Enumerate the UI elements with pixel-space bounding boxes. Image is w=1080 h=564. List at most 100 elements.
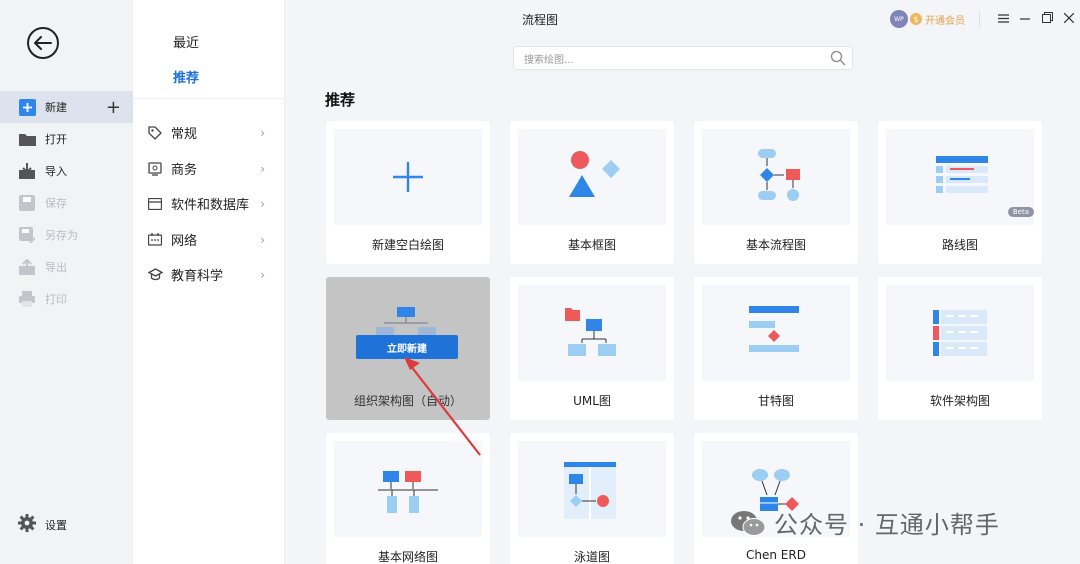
chevron-right-icon: › xyxy=(260,232,265,247)
template-label: Chen ERD xyxy=(746,548,806,562)
org-chart-icon xyxy=(376,307,436,336)
menu-new-label: 新建 xyxy=(45,101,67,114)
printer-icon xyxy=(18,290,36,308)
flowchart-icon xyxy=(758,149,800,201)
minimize-icon[interactable] xyxy=(1014,12,1036,27)
vip-label: 开通会员 xyxy=(925,15,965,27)
template-label: 基本网络图 xyxy=(377,550,438,564)
menu-save-as[interactable]: 另存为 xyxy=(0,219,133,251)
plus-square-icon xyxy=(18,98,36,116)
restore-icon[interactable] xyxy=(1036,11,1058,27)
template-label: 路线图 xyxy=(941,238,978,252)
category-label: 软件和数据库 xyxy=(171,198,250,213)
uml-icon xyxy=(565,308,616,356)
vip-button[interactable]: $ 开通会员 xyxy=(910,12,965,27)
template-thumbnail xyxy=(702,129,850,225)
template-card[interactable]: 基本框图 xyxy=(510,121,674,264)
add-icon[interactable]: + xyxy=(106,97,121,118)
menu-import[interactable]: 导入 xyxy=(0,155,133,187)
menu-save-label: 保存 xyxy=(45,197,67,210)
chevron-right-icon: › xyxy=(260,196,265,211)
gantt-icon xyxy=(749,306,799,352)
network-icon xyxy=(147,232,163,248)
swimlane-icon xyxy=(564,462,616,519)
back-button[interactable] xyxy=(27,27,59,59)
category-education[interactable]: 教育科学 › xyxy=(147,265,277,284)
template-thumbnail xyxy=(518,129,666,225)
left-sidebar: 新建 + 打开 导入 保存 另存为 导出 打印 设置 xyxy=(0,0,133,564)
menu-export[interactable]: 导出 xyxy=(0,251,133,283)
save-as-icon xyxy=(18,226,36,244)
template-card[interactable]: Chen ERD xyxy=(694,433,858,564)
category-label: 商务 xyxy=(171,163,198,178)
folder-icon xyxy=(18,130,36,148)
menu-print[interactable]: 打印 xyxy=(0,283,133,315)
template-label: UML图 xyxy=(573,394,611,408)
template-card[interactable]: 基本流程图 xyxy=(694,121,858,264)
wechat-logo-icon xyxy=(730,509,766,537)
chevron-right-icon: › xyxy=(260,267,265,282)
section-title: 推荐 xyxy=(325,91,356,109)
category-label: 常规 xyxy=(171,127,198,142)
arrow-left-icon xyxy=(34,36,52,50)
business-icon xyxy=(147,161,163,177)
window-title: 流程图 xyxy=(521,13,558,27)
export-icon xyxy=(18,258,36,276)
close-icon[interactable] xyxy=(1058,12,1080,27)
template-thumbnail xyxy=(886,285,1034,381)
template-card[interactable]: UML图 xyxy=(510,277,674,420)
template-thumbnail xyxy=(334,129,482,225)
beta-badge: Beta xyxy=(1007,207,1034,217)
chevron-right-icon: › xyxy=(260,125,265,140)
category-network[interactable]: 网络 › xyxy=(147,230,277,249)
menu-open[interactable]: 打开 xyxy=(0,123,133,155)
nav-recent[interactable]: 最近 xyxy=(173,32,199,51)
watermark: 公众号 · 互通小帮手 xyxy=(730,505,1000,540)
template-card[interactable]: 新建空白绘图 xyxy=(326,121,490,264)
chevron-right-icon: › xyxy=(260,161,265,176)
search-icon[interactable] xyxy=(830,50,846,69)
template-card[interactable]: Beta 路线图 xyxy=(878,121,1042,264)
divider xyxy=(979,11,980,27)
title-bar-controls: WP $ 开通会员 xyxy=(890,8,1080,30)
template-card[interactable]: 基本网络图 xyxy=(326,433,490,564)
settings-button[interactable]: 设置 xyxy=(18,514,67,535)
template-card[interactable]: 甘特图 xyxy=(694,277,858,420)
settings-label: 设置 xyxy=(45,518,67,532)
template-card[interactable]: 泳道图 xyxy=(510,433,674,564)
category-label: 教育科学 xyxy=(171,269,224,284)
menu-import-label: 导入 xyxy=(45,165,67,178)
window-icon xyxy=(147,196,163,212)
network-diagram-icon xyxy=(378,471,438,513)
shapes-icon xyxy=(569,151,620,197)
template-label: 泳道图 xyxy=(573,550,610,564)
menu-open-label: 打开 xyxy=(45,133,67,146)
category-general[interactable]: 常规 › xyxy=(147,123,277,142)
hamburger-menu-icon[interactable] xyxy=(992,12,1014,27)
template-thumbnail xyxy=(702,285,850,381)
vip-coin-icon: $ xyxy=(910,13,922,25)
template-thumbnail xyxy=(518,441,666,537)
avatar[interactable]: WP xyxy=(890,10,908,28)
template-label: 基本流程图 xyxy=(745,238,806,252)
template-thumbnail xyxy=(518,285,666,381)
menu-print-label: 打印 xyxy=(45,293,67,306)
template-thumbnail xyxy=(334,285,482,381)
menu-save[interactable]: 保存 xyxy=(0,187,133,219)
create-now-button[interactable]: 立即新建 xyxy=(356,335,458,359)
category-software-db[interactable]: 软件和数据库 › xyxy=(147,194,277,213)
import-icon xyxy=(18,162,36,180)
template-label: 软件架构图 xyxy=(929,394,990,408)
divider xyxy=(133,98,285,99)
template-card[interactable]: 立即新建 组织架构图（自动） xyxy=(326,277,490,420)
category-sidebar: 最近 推荐 常规 › 商务 › 软件和数据库 › 网络 › 教育科学 › xyxy=(133,0,285,564)
template-card[interactable]: 软件架构图 xyxy=(878,277,1042,420)
search-input[interactable]: 搜索绘图... xyxy=(513,46,853,70)
category-business[interactable]: 商务 › xyxy=(147,159,277,178)
nav-recommend[interactable]: 推荐 xyxy=(173,67,199,86)
graduation-cap-icon xyxy=(147,267,163,283)
menu-export-label: 导出 xyxy=(45,261,67,274)
main-area: 流程图 搜索绘图... WP $ 开通会员 推荐 新建空白绘图 基本框图 基本流… xyxy=(285,0,1080,564)
menu-new[interactable]: 新建 + xyxy=(0,91,133,123)
template-thumbnail xyxy=(334,441,482,537)
